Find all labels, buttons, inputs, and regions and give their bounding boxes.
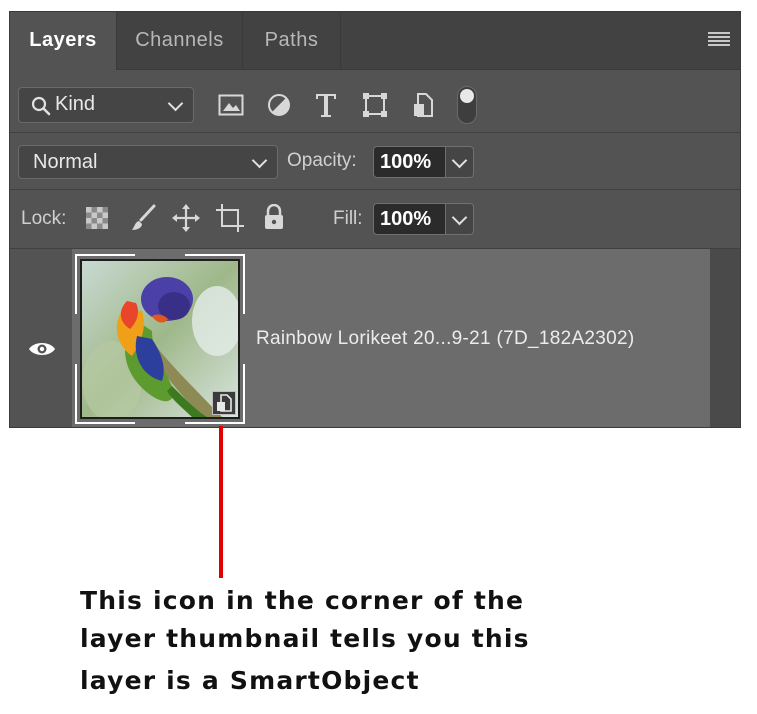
fill-dropdown-button[interactable]	[446, 203, 474, 235]
blend-row: Normal Opacity: 100%	[10, 133, 740, 190]
layer-visibility-column	[10, 249, 72, 427]
tab-layers[interactable]: Layers	[10, 12, 117, 70]
adjustment-filter-icon[interactable]	[267, 93, 291, 117]
panel-tab-bar: Layers Channels Paths	[10, 12, 740, 70]
lock-all-icon[interactable]	[263, 204, 285, 230]
type-filter-icon[interactable]	[314, 92, 338, 118]
lock-artboard-icon[interactable]	[216, 204, 244, 232]
filter-row: Kind	[10, 70, 740, 133]
chevron-down-icon	[251, 152, 268, 169]
chevron-down-icon	[167, 95, 184, 112]
blend-mode-dropdown[interactable]: Normal	[18, 145, 278, 179]
lock-label: Lock:	[21, 208, 67, 229]
tab-channels[interactable]: Channels	[117, 12, 243, 69]
layers-panel: Layers Channels Paths Kind Normal Opacit…	[9, 11, 741, 428]
lock-transparent-icon[interactable]	[86, 207, 108, 229]
callout-line-2: layer thumbnail tells you this	[80, 624, 530, 653]
filter-kind-label: Kind	[55, 93, 96, 115]
smartobject-filter-icon[interactable]	[412, 92, 434, 118]
chevron-down-icon	[451, 209, 468, 226]
tab-paths[interactable]: Paths	[243, 12, 341, 69]
fill-label: Fill:	[333, 208, 363, 229]
layer-name[interactable]: Rainbow Lorikeet 20...9-21 (7D_182A2302)	[256, 328, 635, 350]
search-icon	[31, 96, 51, 116]
callout-pointer-line	[219, 426, 223, 578]
thumbnail-selection-brackets	[75, 254, 245, 424]
opacity-input[interactable]: 100%	[373, 146, 446, 178]
eye-icon[interactable]	[28, 340, 56, 358]
shape-filter-icon[interactable]	[362, 92, 388, 118]
opacity-dropdown-button[interactable]	[446, 146, 474, 178]
lock-position-icon[interactable]	[172, 204, 200, 232]
lock-row: Lock: Fill: 100%	[10, 190, 740, 249]
filter-toggle[interactable]	[457, 86, 477, 124]
panel-menu-icon[interactable]	[708, 32, 730, 46]
fill-input[interactable]: 100%	[373, 203, 446, 235]
callout-line-3: layer is a SmartObject	[80, 666, 420, 695]
callout-line-1: This icon in the corner of the	[80, 586, 525, 615]
image-filter-icon[interactable]	[218, 94, 244, 116]
blend-mode-value: Normal	[33, 151, 98, 173]
filter-kind-dropdown[interactable]: Kind	[18, 87, 194, 123]
panel-scroll-area	[710, 249, 740, 427]
chevron-down-icon	[451, 152, 468, 169]
callout-annotation: This icon in the corner of the layer thu…	[80, 582, 600, 700]
lock-image-icon[interactable]	[130, 204, 156, 232]
opacity-label: Opacity:	[287, 150, 357, 171]
